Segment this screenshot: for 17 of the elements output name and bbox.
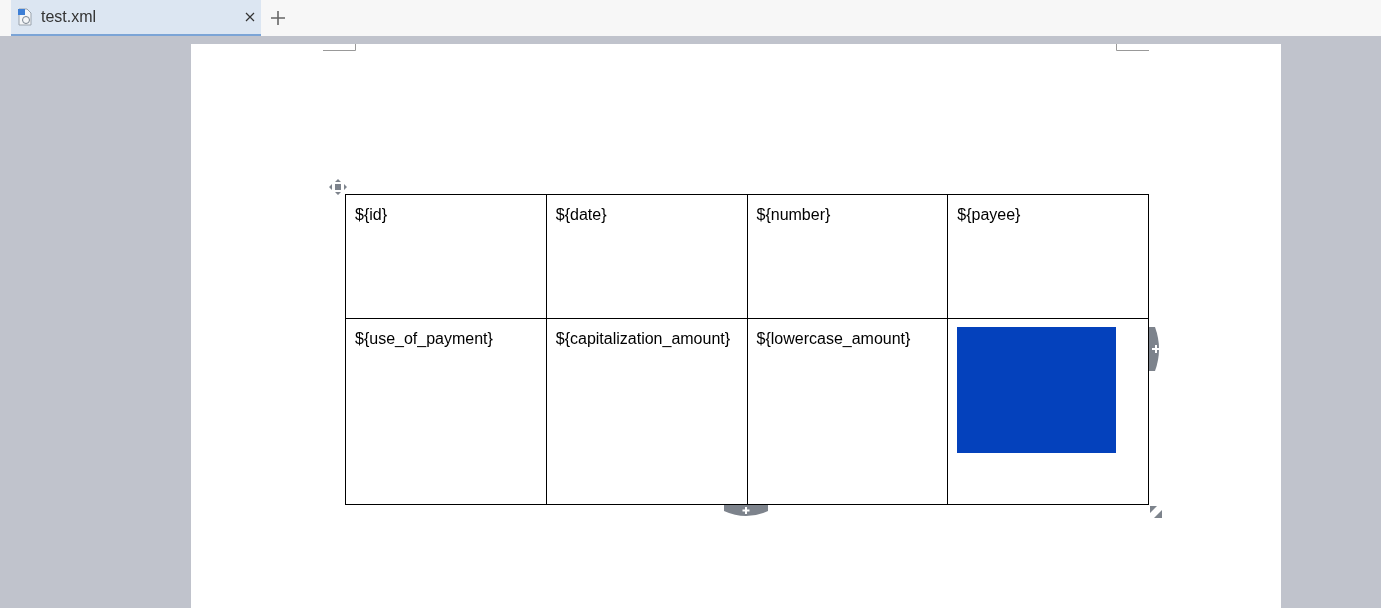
cell-text: ${use_of_payment} bbox=[355, 329, 494, 349]
document-icon bbox=[17, 8, 33, 26]
new-tab-icon[interactable] bbox=[270, 10, 286, 26]
add-row-handle-icon[interactable] bbox=[724, 505, 768, 519]
margin-mark-icon bbox=[323, 44, 356, 51]
cell-text: ${date} bbox=[555, 205, 608, 225]
cell-text: ${lowercase_amount} bbox=[756, 329, 912, 349]
tab-label: test.xml bbox=[41, 8, 98, 26]
document-tab[interactable]: test.xml bbox=[11, 0, 261, 36]
cell-text: ${capitalization_amount} bbox=[555, 329, 732, 349]
close-icon[interactable] bbox=[245, 12, 255, 22]
resize-handle-icon[interactable] bbox=[1150, 506, 1162, 518]
margin-mark-icon bbox=[1116, 44, 1149, 51]
move-handle-icon[interactable] bbox=[328, 178, 348, 196]
cell-text: ${number} bbox=[756, 205, 832, 225]
cell-text: ${id} bbox=[355, 205, 389, 225]
cell-text: ${payee} bbox=[957, 205, 1022, 225]
